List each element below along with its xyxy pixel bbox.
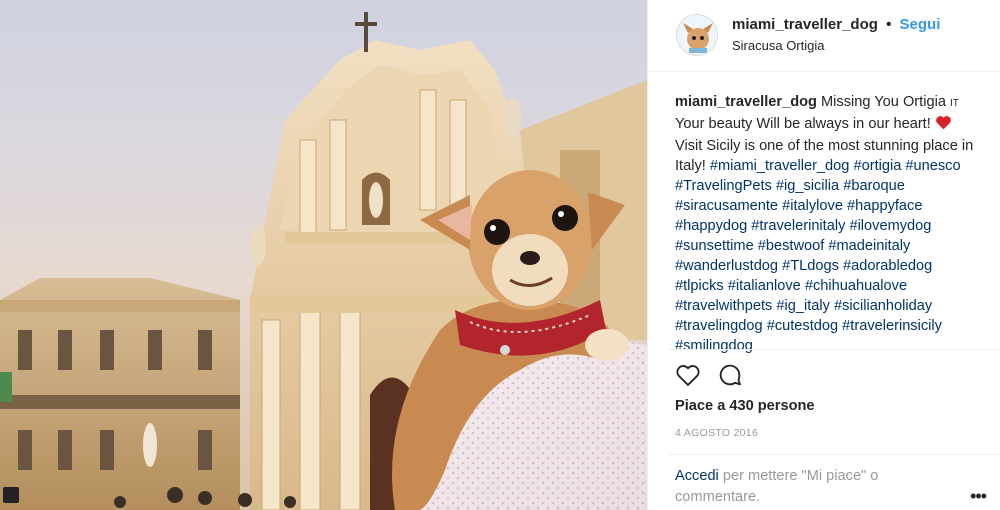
post-date: 4 AGOSTO 2016 [675, 427, 759, 439]
comment-login-prompt: Accedi per mettere "Mi piace" o commenta… [675, 466, 915, 508]
hashtag-link[interactable]: #cutestdog [767, 318, 838, 334]
hashtag-link[interactable]: #unesco [905, 158, 960, 174]
hashtag-link[interactable]: #sunsettime [675, 238, 754, 254]
italy-flag-mark: IT [950, 98, 959, 109]
hashtag-link[interactable]: #ilovemydog [849, 218, 931, 234]
hashtag-link[interactable]: #italylove [782, 198, 843, 214]
hashtag-link[interactable]: #siracusamente [675, 198, 778, 214]
login-link[interactable]: Accedi [675, 468, 719, 484]
hashtag-link[interactable]: #sicilianholiday [834, 298, 932, 314]
hashtag-link[interactable]: #tlpicks [675, 278, 724, 294]
avatar-dog-icon [677, 15, 717, 55]
heart-outline-icon[interactable] [674, 361, 702, 389]
avatar[interactable] [676, 14, 718, 56]
post-side-panel: miami_traveller_dog • Segui Siracusa Ort… [647, 0, 1000, 510]
follow-button[interactable]: Segui [900, 16, 941, 33]
photo-corner-icon [3, 487, 19, 503]
hashtag-link[interactable]: #chihuahualove [805, 278, 907, 294]
post-header: miami_traveller_dog • Segui Siracusa Ort… [648, 0, 1000, 72]
hashtag-link[interactable]: #baroque [843, 178, 905, 194]
hashtag-link[interactable]: #ig_italy [776, 298, 830, 314]
hashtag-link[interactable]: #italianlove [728, 278, 801, 294]
hashtag-link[interactable]: #adorabledog [843, 258, 932, 274]
cathedral-dog-image [0, 12, 647, 510]
hashtag-link[interactable]: #ig_sicilia [776, 178, 839, 194]
hashtag-link[interactable]: #happyface [847, 198, 922, 214]
caption-text-1: Missing You Ortigia [821, 94, 946, 110]
action-bar [674, 361, 744, 391]
hashtag-link[interactable]: #travelerinitaly [751, 218, 845, 234]
post-caption: miami_traveller_dog Missing You Ortigia … [675, 92, 980, 356]
more-options-button[interactable]: ••• [970, 486, 987, 507]
caption-username[interactable]: miami_traveller_dog [675, 94, 817, 110]
hashtag-link[interactable]: #TLdogs [782, 258, 839, 274]
hashtag-list: #miami_traveller_dog #ortigia #unesco #T… [675, 158, 961, 354]
hashtag-link[interactable]: #madeinitaly [828, 238, 910, 254]
hashtag-link[interactable]: #bestwoof [758, 238, 825, 254]
hashtag-link[interactable]: #TravelingPets [675, 178, 772, 194]
hashtag-link[interactable]: #travelwithpets [675, 298, 772, 314]
hashtag-link[interactable]: #travelingdog [675, 318, 763, 334]
post-photo[interactable] [0, 0, 647, 510]
divider [668, 454, 1000, 455]
hashtag-link[interactable]: #happydog [675, 218, 747, 234]
caption-text-2: Your beauty Will be always in our heart! [675, 116, 931, 132]
hashtag-link[interactable]: #smilingdog [675, 338, 753, 354]
hashtag-link[interactable]: #miami_traveller_dog [710, 158, 850, 174]
heart-emoji-icon [935, 115, 952, 136]
comment-bubble-icon[interactable] [716, 361, 744, 389]
hashtag-link[interactable]: #travelerinsicily [842, 318, 942, 334]
hashtag-link[interactable]: #ortigia [853, 158, 901, 174]
post-location[interactable]: Siracusa Ortigia [732, 38, 824, 53]
likes-count[interactable]: Piace a 430 persone [675, 398, 815, 414]
divider [668, 349, 1000, 350]
post-user-line: miami_traveller_dog • Segui [732, 16, 940, 33]
post-username[interactable]: miami_traveller_dog [732, 16, 878, 33]
hashtag-link[interactable]: #wanderlustdog [675, 258, 778, 274]
separator-dot: • [886, 16, 892, 33]
